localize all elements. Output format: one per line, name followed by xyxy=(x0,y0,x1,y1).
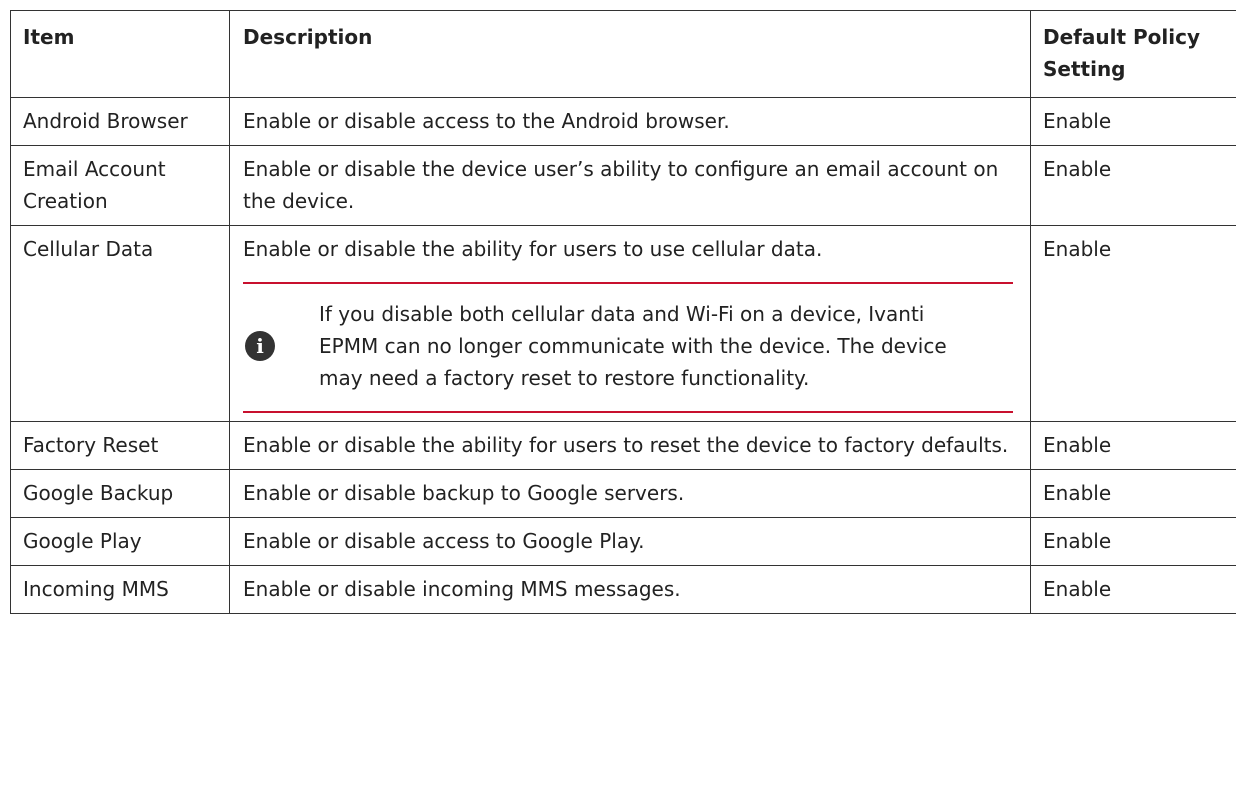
row-description: Enable or disable the device user’s abil… xyxy=(229,145,1031,226)
row-item: Android Browser xyxy=(10,97,230,146)
table-row: Cellular Data Enable or disable the abil… xyxy=(10,225,1236,422)
row-description: Enable or disable access to the Android … xyxy=(229,97,1031,146)
note-callout: i If you disable both cellular data and … xyxy=(243,282,1013,413)
row-description: Enable or disable incoming MMS messages. xyxy=(229,565,1031,614)
header-default-policy-setting: Default Policy Setting xyxy=(1030,10,1236,98)
row-default: Enable xyxy=(1030,517,1236,566)
row-description: Enable or disable backup to Google serve… xyxy=(229,469,1031,518)
row-item: Email Account Creation xyxy=(10,145,230,226)
note-text: If you disable both cellular data and Wi… xyxy=(319,302,947,390)
row-default: Enable xyxy=(1030,421,1236,470)
table-row: Google Backup Enable or disable backup t… xyxy=(10,469,1236,518)
info-icon: i xyxy=(245,331,275,361)
policy-table: Item Description Default Policy Setting … xyxy=(10,10,1236,614)
row-description: Enable or disable the ability for users … xyxy=(243,237,823,261)
row-description-with-note: Enable or disable the ability for users … xyxy=(229,225,1031,422)
header-description: Description xyxy=(229,10,1031,98)
table-row: Android Browser Enable or disable access… xyxy=(10,97,1236,146)
table-header-row: Item Description Default Policy Setting xyxy=(10,10,1236,98)
row-item: Factory Reset xyxy=(10,421,230,470)
row-default: Enable xyxy=(1030,97,1236,146)
table-row: Factory Reset Enable or disable the abil… xyxy=(10,421,1236,470)
header-item: Item xyxy=(10,10,230,98)
row-item: Google Play xyxy=(10,517,230,566)
row-description: Enable or disable access to Google Play. xyxy=(229,517,1031,566)
row-description: Enable or disable the ability for users … xyxy=(229,421,1031,470)
row-default: Enable xyxy=(1030,145,1236,226)
row-default: Enable xyxy=(1030,469,1236,518)
table-row: Email Account Creation Enable or disable… xyxy=(10,145,1236,226)
row-item: Cellular Data xyxy=(10,225,230,422)
row-item: Google Backup xyxy=(10,469,230,518)
row-default: Enable xyxy=(1030,225,1236,422)
table-row: Google Play Enable or disable access to … xyxy=(10,517,1236,566)
row-default: Enable xyxy=(1030,565,1236,614)
row-item: Incoming MMS xyxy=(10,565,230,614)
table-row: Incoming MMS Enable or disable incoming … xyxy=(10,565,1236,614)
